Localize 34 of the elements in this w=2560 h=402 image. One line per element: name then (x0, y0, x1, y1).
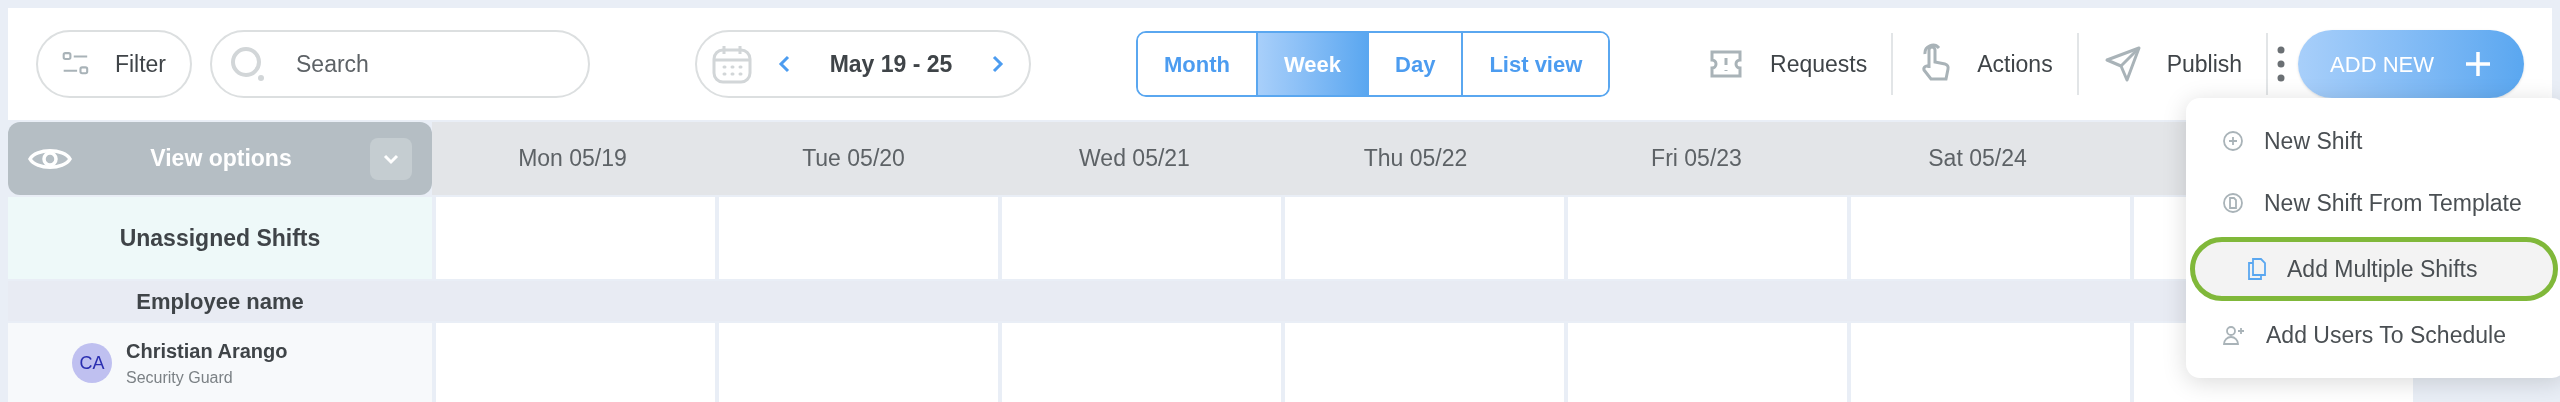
employee-name: Christian Arango (126, 339, 288, 364)
add-user-icon (2222, 324, 2246, 346)
chevron-right-icon[interactable] (991, 54, 1005, 74)
document-circle-icon (2222, 192, 2244, 214)
plus-icon (2464, 50, 2492, 78)
more-icon[interactable] (2276, 44, 2287, 84)
view-options-label: View options (149, 144, 293, 174)
menu-item[interactable]: New Shift From Template (2186, 175, 2560, 231)
filter-button[interactable]: Filter (36, 30, 192, 98)
date-range-picker[interactable]: May 19 - 25 (695, 30, 1031, 98)
toolbar-action[interactable]: Requests (1682, 44, 1892, 84)
day-header: Thu 05/22 (1363, 144, 1468, 174)
chevron-left-icon[interactable] (777, 54, 791, 74)
dropdown-toggle[interactable] (370, 137, 412, 180)
toolbar-action[interactable]: Publish (2078, 44, 2267, 84)
day-header: Sat 05/24 (1928, 144, 2027, 174)
unassigned-row-header: Unassigned Shifts (8, 197, 432, 279)
day-header: Mon 05/19 (518, 144, 627, 174)
search-field[interactable]: Search (210, 30, 590, 98)
plus-circle-icon (2222, 130, 2244, 152)
day-header: Tue 05/20 (802, 144, 905, 174)
menu-item[interactable]: Add Users To Schedule (2186, 307, 2560, 363)
copy-icon (2247, 257, 2267, 281)
calendar-icon (711, 43, 753, 85)
employee-role: Security Guard (126, 368, 234, 388)
avatar: CA (72, 343, 112, 383)
menu-item[interactable]: Add Multiple Shifts (2190, 237, 2558, 301)
day-header: Fri 05/23 (1651, 144, 1742, 174)
toolbar-action[interactable]: Actions (1893, 42, 2077, 86)
menu-item[interactable]: New Shift (2186, 113, 2560, 169)
day-header: Wed 05/21 (1079, 144, 1190, 174)
chevron-down-icon (382, 152, 400, 165)
employee-column-header: Employee name (135, 287, 305, 316)
date-range: May 19 - 25 (828, 49, 954, 79)
